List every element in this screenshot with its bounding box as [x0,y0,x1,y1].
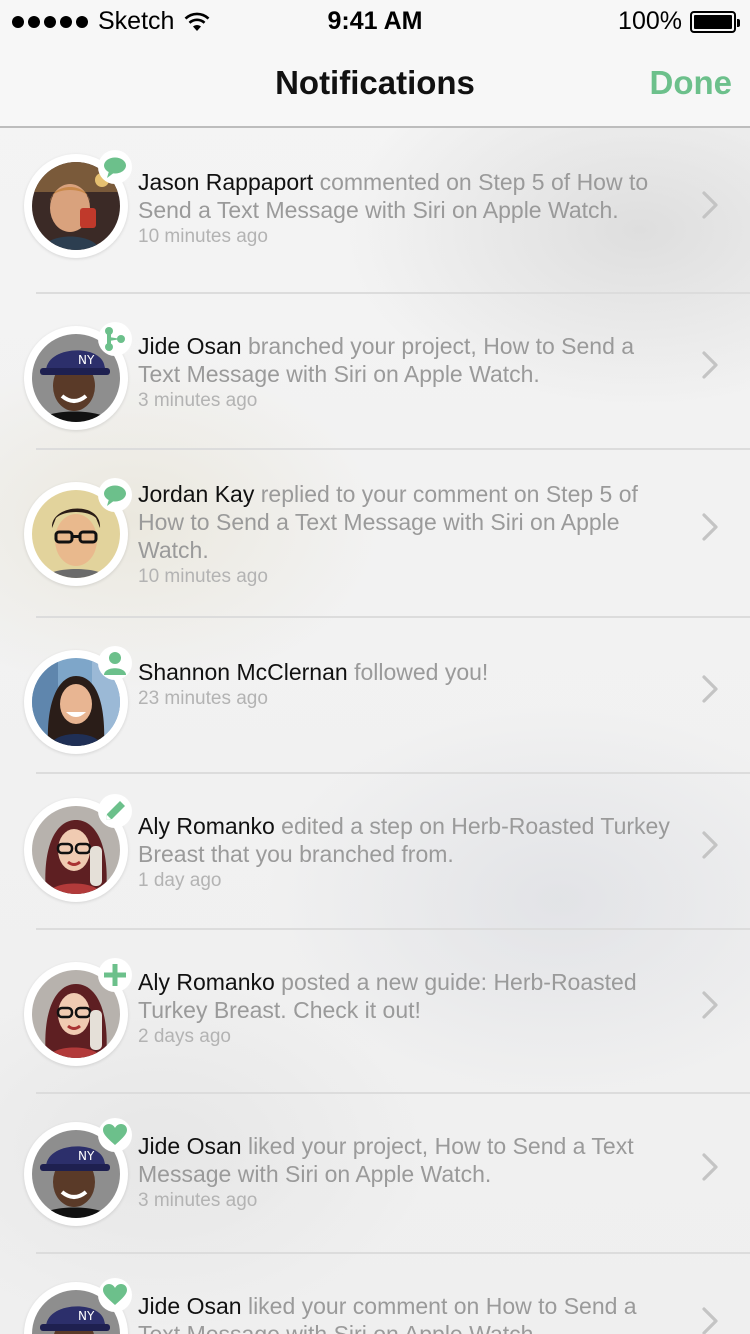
notification-row[interactable]: Shannon McClernan followed you! 23 minut… [0,618,750,774]
notification-text: Jordan Kay replied to your comment on St… [138,480,678,590]
chevron-right-icon [700,1152,720,1182]
actor-name: Aly Romanko [138,813,275,839]
comment-icon [98,478,132,512]
status-bar: Sketch 9:41 AM 100% [0,0,750,40]
notification-row[interactable]: Aly Romanko edited a step on Herb-Roaste… [0,774,750,930]
svg-text:NY: NY [78,1149,95,1163]
notification-text: Aly Romanko edited a step on Herb-Roaste… [138,812,678,894]
notification-text: Jason Rappaport commented on Step 5 of H… [138,168,678,250]
notifications-screen: Sketch 9:41 AM 100% Notifications Done J… [0,0,750,1334]
page-title: Notifications [275,64,475,101]
person-icon [98,646,132,680]
chevron-right-icon [700,512,720,542]
chevron-right-icon [700,674,720,704]
chevron-right-icon [700,350,720,380]
actor-name: Jide Osan [138,1293,242,1319]
notification-list: Jason Rappaport commented on Step 5 of H… [0,130,750,1334]
chevron-right-icon [700,990,720,1020]
notification-time: 1 day ago [138,870,222,891]
battery-icon [690,10,740,33]
comment-icon [98,150,132,184]
avatar: NY [24,322,132,430]
actor-name: Jide Osan [138,1133,242,1159]
notification-row[interactable]: Aly Romanko posted a new guide: Herb-Roa… [0,930,750,1094]
branch-icon [98,322,132,356]
notification-time: 10 minutes ago [138,226,268,247]
actor-name: Shannon McClernan [138,659,348,685]
notification-text: Jide Osan branched your project, How to … [138,332,678,414]
notification-row[interactable]: Jordan Kay replied to your comment on St… [0,450,750,618]
actor-name: Jason Rappaport [138,169,314,195]
actor-name: Aly Romanko [138,969,275,995]
actor-name: Jide Osan [138,333,242,359]
chevron-right-icon [700,190,720,220]
plus-icon [98,958,132,992]
status-right: 100% [618,7,740,36]
navigation-bar: Notifications Done [0,40,750,128]
avatar [24,958,132,1066]
avatar: NY [24,1278,132,1334]
done-button[interactable]: Done [650,64,733,102]
pencil-icon [98,794,132,828]
notification-row[interactable]: NY Jide Osan liked your project, How to … [0,1094,750,1254]
notification-message: followed you! [347,659,489,685]
notification-time: 23 minutes ago [138,688,268,709]
chevron-right-icon [700,830,720,860]
avatar [24,794,132,902]
heart-icon [98,1118,132,1152]
notification-row[interactable]: NY Jide Osan branched your project, How … [0,294,750,450]
avatar [24,646,132,754]
notification-time: 3 minutes ago [138,390,258,411]
notification-row[interactable]: NY Jide Osan liked your comment on How t… [0,1254,750,1334]
avatar [24,150,132,258]
avatar: NY [24,1118,132,1226]
notification-time: 2 days ago [138,1026,231,1047]
svg-text:NY: NY [78,353,95,367]
notification-row[interactable]: Jason Rappaport commented on Step 5 of H… [0,130,750,294]
notification-time: 3 minutes ago [138,1190,258,1211]
notification-text: Jide Osan liked your comment on How to S… [138,1292,678,1334]
svg-text:NY: NY [78,1309,95,1323]
battery-percentage: 100% [618,7,682,35]
avatar [24,478,132,586]
notification-time: 10 minutes ago [138,566,268,587]
heart-icon [98,1278,132,1312]
actor-name: Jordan Kay [138,481,255,507]
notification-text: Jide Osan liked your project, How to Sen… [138,1132,678,1214]
chevron-right-icon [700,1306,720,1334]
notification-text: Shannon McClernan followed you! 23 minut… [138,658,678,712]
notification-text: Aly Romanko posted a new guide: Herb-Roa… [138,968,678,1050]
